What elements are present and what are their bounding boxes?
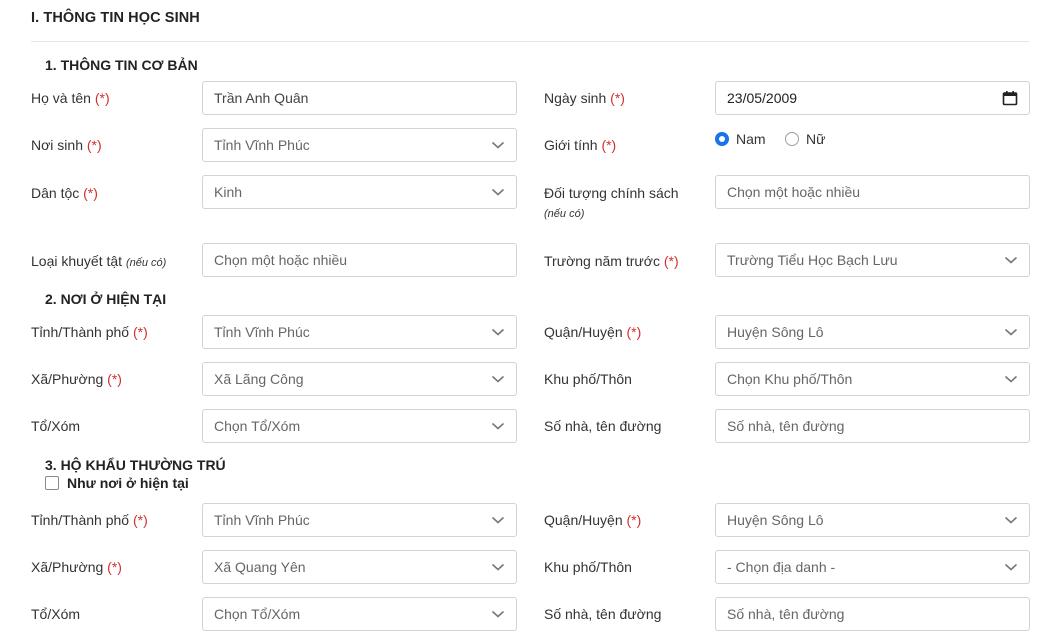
current-district-label: Quận/Huyện (*)	[544, 324, 642, 340]
permanent-district-select[interactable]: Huyện Sông Lô	[715, 503, 1030, 537]
permanent-group-label: Tổ/Xóm	[31, 606, 81, 622]
chevron-down-icon	[491, 325, 505, 339]
chevron-down-icon	[1004, 253, 1018, 267]
policy-note: (nếu có)	[544, 208, 585, 220]
policy-multiselect[interactable]: Chọn một hoặc nhiều	[715, 175, 1030, 209]
permanent-province-select[interactable]: Tỉnh Vĩnh Phúc	[202, 503, 517, 537]
permanent-district-label: Quận/Huyện (*)	[544, 512, 642, 528]
chevron-down-icon	[491, 513, 505, 527]
gender-label: Giới tính (*)	[544, 137, 617, 153]
current-street-input[interactable]: Số nhà, tên đường	[715, 409, 1030, 443]
chevron-down-icon	[491, 607, 505, 621]
current-district-select[interactable]: Huyện Sông Lô	[715, 315, 1030, 349]
prev-school-label: Trường năm trước (*)	[544, 253, 679, 269]
current-ward-select[interactable]: Xã Lãng Công	[202, 362, 517, 396]
current-province-select[interactable]: Tỉnh Vĩnh Phúc	[202, 315, 517, 349]
permanent-province-label: Tỉnh/Thành phố (*)	[31, 512, 148, 528]
chevron-down-icon	[1004, 513, 1018, 527]
chevron-down-icon	[1004, 372, 1018, 386]
prev-school-select[interactable]: Trường Tiểu Học Bạch Lưu	[715, 243, 1030, 277]
disability-label: Loại khuyết tật (nếu có)	[31, 253, 167, 269]
ethnicity-select[interactable]: Kinh	[202, 175, 517, 209]
permanent-hamlet-label: Khu phố/Thôn	[544, 559, 632, 575]
birthplace-select[interactable]: Tỉnh Vĩnh Phúc	[202, 128, 517, 162]
fullname-label: Họ và tên (*)	[31, 90, 110, 106]
current-group-label: Tổ/Xóm	[31, 418, 81, 434]
current-ward-label: Xã/Phường (*)	[31, 371, 122, 387]
chevron-down-icon	[1004, 560, 1018, 574]
policy-label: Đối tượng chính sách	[544, 185, 679, 201]
gender-radio-male[interactable]: Nam	[715, 131, 766, 147]
chevron-down-icon	[491, 372, 505, 386]
current-hamlet-select[interactable]: Chọn Khu phố/Thôn	[715, 362, 1030, 396]
fullname-input[interactable]: Trần Anh Quân	[202, 81, 517, 115]
radio-selected[interactable]	[715, 132, 729, 146]
current-street-label: Số nhà, tên đường	[544, 418, 662, 434]
current-hamlet-label: Khu phố/Thôn	[544, 371, 632, 387]
gender-radio-female[interactable]: Nữ	[785, 131, 825, 147]
permanent-street-input[interactable]: Số nhà, tên đường	[715, 597, 1030, 631]
chevron-down-icon	[1004, 325, 1018, 339]
disability-multiselect[interactable]: Chọn một hoặc nhiều	[202, 243, 517, 277]
dob-label: Ngày sinh (*)	[544, 90, 625, 106]
section-title: I. THÔNG TIN HỌC SINH	[31, 10, 200, 26]
permanent-residence-heading: 3. HỘ KHẨU THƯỜNG TRÚ	[45, 457, 226, 473]
current-group-select[interactable]: Chọn Tổ/Xóm	[202, 409, 517, 443]
permanent-ward-label: Xã/Phường (*)	[31, 559, 122, 575]
permanent-group-select[interactable]: Chọn Tổ/Xóm	[202, 597, 517, 631]
current-residence-heading: 2. NƠI Ở HIỆN TẠI	[45, 291, 167, 307]
same-as-current-option[interactable]: Như nơi ở hiện tại	[45, 475, 189, 491]
same-as-current-checkbox[interactable]	[45, 476, 59, 490]
chevron-down-icon	[491, 185, 505, 199]
basic-info-heading: 1. THÔNG TIN CƠ BẢN	[45, 57, 198, 73]
birthplace-label: Nơi sinh (*)	[31, 137, 102, 153]
permanent-street-label: Số nhà, tên đường	[544, 606, 662, 622]
chevron-down-icon	[491, 138, 505, 152]
permanent-hamlet-select[interactable]: - Chọn địa danh -	[715, 550, 1030, 584]
ethnicity-label: Dân tộc (*)	[31, 185, 98, 201]
section-divider	[31, 41, 1029, 42]
calendar-icon[interactable]	[1002, 90, 1018, 106]
current-province-label: Tỉnh/Thành phố (*)	[31, 324, 148, 340]
permanent-ward-select[interactable]: Xã Quang Yên	[202, 550, 517, 584]
radio-unselected[interactable]	[785, 132, 799, 146]
dob-input[interactable]: 23/05/2009	[715, 81, 1030, 115]
chevron-down-icon	[491, 419, 505, 433]
chevron-down-icon	[491, 560, 505, 574]
